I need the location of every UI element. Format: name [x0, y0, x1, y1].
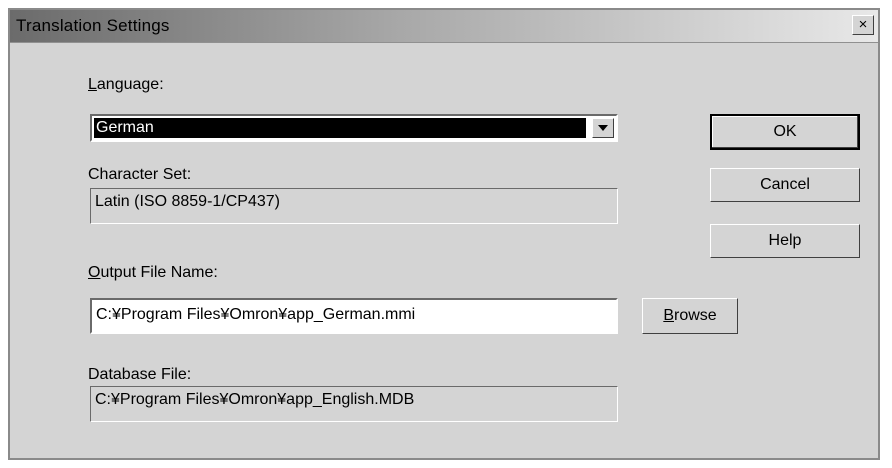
database-file-label: Database File:: [88, 366, 192, 383]
language-selected-value[interactable]: German: [94, 118, 586, 138]
character-set-field: Latin (ISO 8859-1/CP437): [90, 188, 618, 224]
close-button[interactable]: ×: [852, 15, 874, 35]
help-button[interactable]: Help: [710, 224, 860, 258]
close-icon: ×: [858, 16, 868, 33]
language-label: Language:: [88, 76, 164, 93]
ok-button[interactable]: OK: [710, 114, 860, 150]
window-title: Translation Settings: [16, 16, 170, 35]
cancel-button[interactable]: Cancel: [710, 168, 860, 202]
browse-button[interactable]: Browse: [642, 298, 738, 334]
output-file-input[interactable]: C:¥Program Files¥Omron¥app_German.mmi: [90, 298, 618, 334]
chevron-down-icon[interactable]: [592, 118, 614, 138]
language-dropdown[interactable]: German: [90, 114, 618, 142]
title-bar[interactable]: Translation Settings ×: [10, 10, 878, 43]
translation-settings-dialog: Translation Settings × Language: German …: [8, 8, 880, 460]
output-file-label: Output File Name:: [88, 264, 218, 281]
character-set-label: Character Set:: [88, 166, 192, 183]
database-file-field: C:¥Program Files¥Omron¥app_English.MDB: [90, 386, 618, 422]
